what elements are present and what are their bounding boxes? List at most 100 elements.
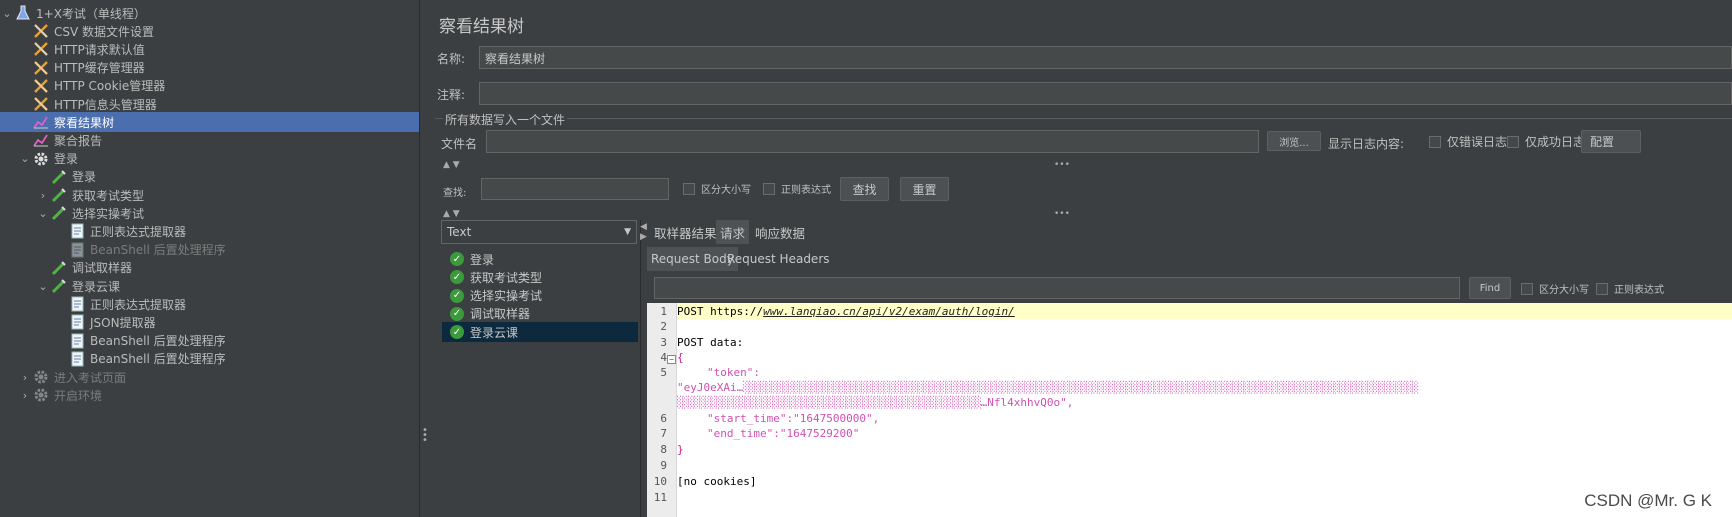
tree-node-label: 选择实操考试 — [72, 206, 145, 221]
tree-node-label: 登录 — [54, 152, 79, 167]
file-name-field[interactable] — [486, 130, 1259, 153]
name-label: 名称: — [437, 52, 466, 66]
expand-toggle-icon[interactable]: › — [18, 371, 32, 384]
sample-result-item[interactable]: ✓ 获取考试类型 — [442, 267, 638, 287]
line-number: 3 — [660, 336, 667, 349]
code-line-10: [no cookies] — [677, 475, 757, 488]
tree-node[interactable]: ⌄ 登录云课 — [0, 276, 419, 296]
request-body-editor[interactable]: 1 2 3 4 5 6 7 8 9 10 11 − POST https://www.lanqiao… — [647, 303, 1732, 517]
tree-node-label: 正则表达式提取器 — [90, 224, 187, 239]
tree-node[interactable]: › 获取考试类型 — [0, 185, 419, 205]
code-line-3: POST data: — [677, 336, 744, 349]
tab-request-headers[interactable]: Request Headers — [723, 247, 834, 271]
tree-node[interactable]: BeanShell 后置处理程序 — [0, 349, 419, 369]
test-plan-tree: ⌄ 1+X考试（单线程） CSV 数据文件设置 HTTP请求默认值 HTTP缓存管理器 H… — [0, 0, 419, 517]
search-button[interactable]: 查找 — [840, 177, 889, 201]
sample-result-item[interactable]: ✓ 选择实操考试 — [442, 286, 638, 306]
case-sensitive-checkbox[interactable]: 区分大小写 — [683, 181, 751, 196]
code-line-1: POST https://www.lanqiao.cn/api/v2/exam/… — [677, 305, 1015, 318]
line-number: 1 — [660, 305, 667, 318]
tab-request[interactable]: 请求 — [716, 220, 750, 244]
find-input[interactable] — [654, 277, 1460, 299]
tree-node[interactable]: HTTP请求默认值 — [0, 39, 419, 59]
reset-button[interactable]: 重置 — [900, 177, 949, 201]
sample-result-item[interactable]: ✓ 登录云课 — [442, 322, 638, 343]
name-field[interactable]: 察看结果树 — [479, 46, 1732, 69]
errors-only-checkbox[interactable]: 仅错误日志 — [1429, 133, 1507, 150]
request-url-link[interactable]: www.lanqiao.cn/api/v2/exam/auth/login/ — [763, 305, 1015, 318]
code-line-7: "end_time":"1647529200" — [707, 427, 860, 440]
sample-result-item[interactable]: ✓ 调试取样器 — [442, 304, 638, 324]
tree-node[interactable]: CSV 数据文件设置 — [0, 21, 419, 41]
expand-toggle-icon[interactable]: › — [36, 189, 50, 202]
expand-toggle-icon[interactable]: ⌄ — [36, 280, 50, 293]
splitter-grip-icon[interactable]: • • • — [422, 426, 428, 446]
search-input[interactable] — [481, 178, 669, 200]
tree-node-label: 获取考试类型 — [72, 188, 145, 203]
tree-node-label: 1+X考试（单线程） — [36, 6, 146, 21]
json-token-value-end: ░░░░░░░░░░░░░░░░░░░░░░░░░░░░░░░░░░░░░░░░… — [677, 396, 1074, 409]
tree-node[interactable]: BeanShell 后置处理程序 — [0, 331, 419, 351]
line-number: 7 — [660, 427, 667, 440]
tree-node[interactable]: HTTP信息头管理器 — [0, 94, 419, 114]
document-icon — [68, 350, 86, 368]
browse-button[interactable]: 浏览... — [1267, 131, 1321, 151]
splitter-arrows-icon[interactable]: ◀ ▶ — [640, 222, 647, 242]
tree-node-label: BeanShell 后置处理程序 — [90, 352, 226, 367]
success-check-icon: ✓ — [450, 252, 464, 266]
tree-node[interactable]: 正则表达式提取器 — [0, 221, 419, 241]
collapse-arrows-icon[interactable]: ▲ ▼ — [443, 160, 460, 170]
token-value-end: …Nfl4xhhvQ0o", — [980, 396, 1074, 409]
collapse-arrows-icon-2[interactable]: ▲ ▼ — [443, 209, 460, 219]
tab-sampler-result[interactable]: 取样器结果 — [650, 220, 721, 244]
fold-toggle-icon[interactable]: − — [667, 355, 676, 364]
find-button[interactable]: Find — [1469, 277, 1511, 299]
tab-response-data[interactable]: 响应数据 — [751, 220, 809, 244]
code-line-4: { — [677, 351, 684, 364]
tree-node-label: HTTP信息头管理器 — [54, 97, 157, 112]
tree-node[interactable]: ⌄ 登录 — [0, 149, 419, 169]
tree-node-label: BeanShell 后置处理程序 — [90, 334, 226, 349]
errors-only-label: 仅错误日志 — [1447, 135, 1508, 149]
result-splitter[interactable] — [640, 220, 646, 517]
tree-node[interactable]: HTTP Cookie管理器 — [0, 76, 419, 96]
renderer-select[interactable]: Text ▼ — [441, 220, 637, 244]
tree-node[interactable]: 调试取样器 — [0, 258, 419, 278]
tree-node[interactable]: › 开启环境 — [0, 385, 419, 405]
comment-field[interactable] — [479, 82, 1732, 105]
sample-result-item[interactable]: ✓ 登录 — [442, 249, 638, 269]
tree-node[interactable]: 登录 — [0, 167, 419, 187]
tree-node[interactable]: ⌄ 1+X考试（单线程） — [0, 3, 419, 23]
tree-node-label: HTTP缓存管理器 — [54, 61, 145, 76]
success-only-checkbox[interactable]: 仅成功日志 — [1507, 133, 1585, 150]
find-case-checkbox[interactable]: 区分大小写 — [1521, 281, 1589, 296]
tree-node[interactable]: JSON提取器 — [0, 312, 419, 332]
watermark: CSDN @Mr. G K — [1584, 491, 1712, 510]
tree-node-label: 调试取样器 — [72, 261, 133, 276]
pipette-icon — [50, 259, 68, 277]
tree-node-label: 登录云课 — [72, 279, 121, 294]
document-icon — [68, 313, 86, 331]
success-only-label: 仅成功日志 — [1525, 135, 1586, 149]
expand-toggle-icon[interactable]: ⌄ — [0, 7, 14, 20]
expand-toggle-icon[interactable]: › — [18, 389, 32, 402]
expand-toggle-icon[interactable]: ⌄ — [18, 152, 32, 165]
divider-grip-icon-2[interactable]: ••• — [1054, 209, 1070, 219]
find-regex-checkbox[interactable]: 正则表达式 — [1596, 281, 1664, 296]
tree-node[interactable]: 聚合报告 — [0, 130, 419, 150]
panel-splitter[interactable]: • • • — [419, 0, 429, 517]
tree-node[interactable]: 察看结果树 — [0, 112, 419, 133]
expand-toggle-icon[interactable]: ⌄ — [36, 207, 50, 220]
tree-node[interactable]: ⌄ 选择实操考试 — [0, 203, 419, 223]
tree-node[interactable]: HTTP缓存管理器 — [0, 58, 419, 78]
sample-result-label: 调试取样器 — [470, 307, 531, 322]
tree-node-label: 进入考试页面 — [54, 370, 127, 385]
configure-button[interactable]: 配置 — [1581, 130, 1641, 153]
tree-node[interactable]: BeanShell 后置处理程序 — [0, 240, 419, 260]
tree-node[interactable]: › 进入考试页面 — [0, 367, 419, 387]
tree-node[interactable]: 正则表达式提取器 — [0, 294, 419, 314]
regex-checkbox[interactable]: 正则表达式 — [763, 181, 831, 196]
divider-grip-icon[interactable]: ••• — [1054, 160, 1070, 170]
file-name-label: 文件名 — [441, 137, 478, 151]
renderer-select-value: Text — [447, 225, 472, 239]
